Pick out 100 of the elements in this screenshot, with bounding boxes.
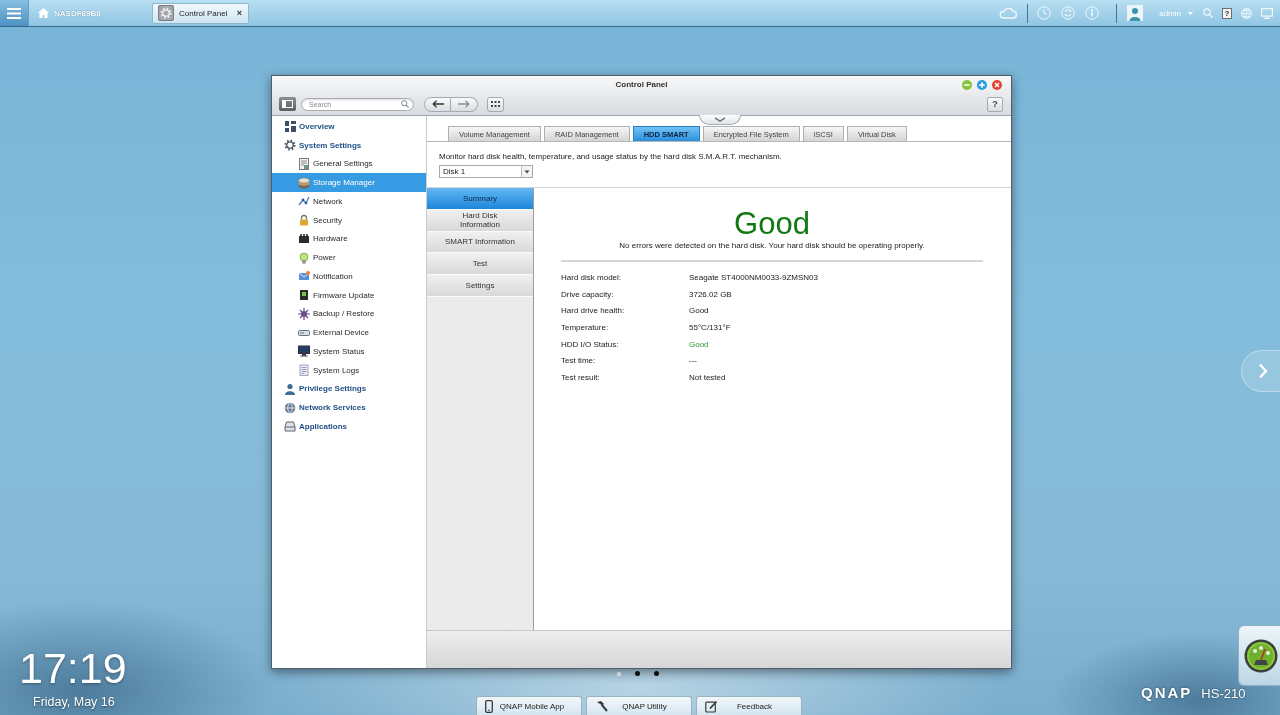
monitor-icon[interactable] (1261, 7, 1273, 19)
home-icon (38, 8, 49, 18)
collapse-handle[interactable] (699, 115, 741, 125)
caret-icon (1188, 11, 1193, 15)
field-value: Seagate ST4000NM0033-9ZMSN03 (689, 272, 818, 282)
lightbulb-icon (298, 251, 310, 264)
status-message: No errors were detected on the hard disk. Your hard disk should be operating properly. (618, 241, 926, 251)
page-dot[interactable] (635, 671, 640, 676)
disk-stack-icon (298, 176, 310, 189)
sidebar-item[interactable]: Backup / Restore (272, 304, 426, 324)
sidebar-item[interactable]: Notification (272, 267, 426, 286)
sidebar-item[interactable]: System Status (272, 342, 426, 361)
globe-icon[interactable] (1241, 7, 1252, 19)
subnav-item[interactable]: Hard Disk Information (427, 209, 533, 232)
field-value: Good (689, 306, 709, 316)
field-label: Test result: (561, 372, 600, 382)
clock-date: Friday, May 16 (33, 694, 115, 710)
apps-button[interactable] (487, 96, 504, 112)
field-value: --- (689, 356, 697, 366)
field-label: Drive capacity: (561, 289, 614, 299)
sidebar-item[interactable]: Privilege Settings (272, 379, 426, 399)
sidebar-item[interactable]: External Device (272, 323, 426, 342)
clock-time: 17:19 (19, 645, 127, 691)
close-icon[interactable] (992, 79, 1002, 90)
subnav-item[interactable]: Settings (427, 275, 533, 297)
sidebar-item[interactable]: Security (272, 210, 426, 230)
model-label: HS-210 (1201, 686, 1246, 701)
dashboard-button[interactable] (1238, 625, 1280, 686)
gear-icon (284, 139, 296, 152)
cloud-icon[interactable] (999, 7, 1018, 19)
sidebar-item[interactable]: Hardware (272, 229, 426, 249)
user-icon (284, 382, 296, 395)
field-value: Not tested (689, 372, 726, 382)
menu-icon (7, 7, 21, 19)
globe-icon (284, 401, 296, 414)
dock-button[interactable]: QNAP Utility (586, 696, 692, 715)
field-label: Temperature: (561, 322, 609, 332)
sidebar-item[interactable]: System Logs (272, 360, 426, 380)
sidebar-item[interactable]: General Settings (272, 154, 426, 174)
field-label: Test time: (561, 356, 596, 366)
starburst-icon (298, 307, 310, 320)
dock-button[interactable]: Feedback (696, 696, 802, 715)
search-icon[interactable] (1203, 8, 1213, 18)
document-icon (298, 157, 310, 170)
minimize-icon[interactable] (962, 79, 972, 90)
sync-icon[interactable] (1061, 6, 1076, 20)
brand-logo: QNAP (1141, 684, 1193, 701)
field-label: HDD I/O Status: (561, 339, 619, 349)
avatar-icon (1127, 5, 1144, 21)
chevron-right-icon (1258, 363, 1268, 379)
arrow-right-icon (458, 100, 470, 108)
subnav-item[interactable]: SMART Information (427, 231, 533, 254)
help-button[interactable]: ? (1222, 7, 1232, 19)
dock-button[interactable]: QNAP Mobile App (476, 696, 582, 715)
arrow-left-icon (431, 100, 444, 108)
nodes-icon (298, 195, 310, 208)
phone-icon (485, 699, 493, 713)
padlock-icon (298, 214, 310, 227)
subnav-item[interactable]: Summary (427, 188, 533, 210)
taskbar-tab[interactable]: Control Panel × (152, 2, 249, 24)
dots-grid-icon (491, 101, 500, 107)
notepad-icon (298, 364, 310, 377)
field-value: 3726.02 GB (689, 289, 732, 299)
sidebar-item[interactable]: Overview (272, 117, 426, 136)
search-icon[interactable] (401, 100, 409, 108)
panel-icon (282, 100, 293, 108)
edit-icon (705, 699, 718, 713)
chip-icon (298, 232, 310, 245)
field-label: Hard disk model: (561, 272, 622, 282)
sidebar-toggle-button[interactable] (279, 97, 296, 111)
sidebar-item[interactable]: Firmware Update (272, 285, 426, 305)
sidebar-item[interactable]: Power (272, 248, 426, 267)
page-dot[interactable] (654, 671, 659, 676)
sidebar-item[interactable]: Applications (272, 417, 426, 436)
window-title: Control Panel (615, 80, 668, 89)
description-text: Monitor hard disk health, temperature, and usage status by the hard disk S.M.A.R.T. mechanism. (439, 152, 783, 162)
envelope-icon (298, 270, 310, 283)
caret-icon (521, 166, 532, 177)
sidebar-item[interactable]: Network Services (272, 398, 426, 417)
field-value: Good (689, 339, 709, 349)
disk-select[interactable]: Disk 1 (439, 165, 533, 178)
gauge-icon (1243, 638, 1278, 673)
next-page-button[interactable] (1241, 350, 1280, 392)
monitor-icon (298, 345, 310, 358)
health-status: Good (733, 207, 811, 241)
sidebar-item[interactable]: System Settings (272, 135, 426, 155)
circuit-board-icon (298, 289, 310, 302)
chevron-down-icon (714, 117, 726, 122)
tray-icon (284, 420, 296, 433)
close-button[interactable]: × (236, 8, 242, 18)
sidebar-item[interactable]: Network (272, 192, 426, 211)
info-icon[interactable] (1085, 6, 1100, 20)
maximize-icon[interactable] (977, 79, 987, 90)
grid-icon (284, 120, 296, 133)
field-label: Hard drive health: (561, 306, 625, 316)
back-button[interactable] (424, 96, 451, 112)
menu-button[interactable] (0, 0, 29, 26)
field-value: 55°C/131°F (689, 322, 731, 332)
subnav-item[interactable]: Test (427, 253, 533, 276)
help-button[interactable]: ? (987, 96, 1003, 112)
